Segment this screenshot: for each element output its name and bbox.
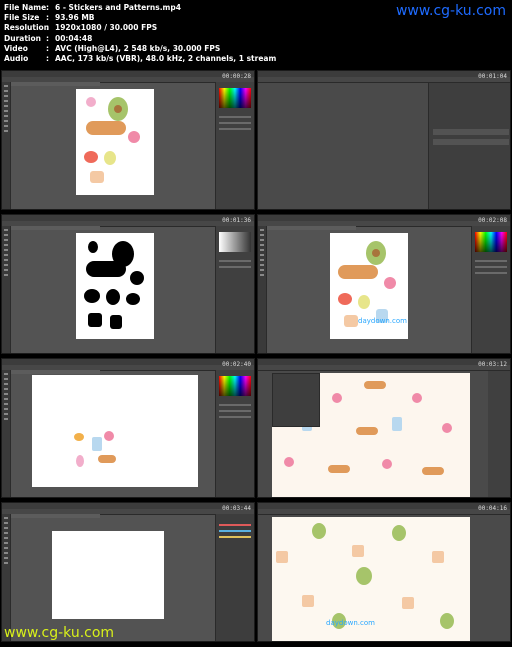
- thumb-watermark: daydown.com: [326, 619, 375, 627]
- info-value: 6 - Stickers and Patterns.mp4: [55, 3, 181, 12]
- color-picker: [219, 88, 251, 108]
- layers-panel: [428, 83, 510, 209]
- timestamp: 00:04:16: [478, 505, 507, 512]
- info-label: Audio: [4, 54, 29, 64]
- color-picker: [219, 376, 251, 396]
- swatches-panel: [488, 371, 510, 497]
- timestamp: 00:00:28: [222, 73, 251, 80]
- color-panel: [471, 226, 510, 353]
- thumbnail-8: 00:04:16 daydown.com: [257, 502, 511, 642]
- tools-panel: [2, 514, 11, 641]
- timestamp: 00:03:12: [478, 361, 507, 368]
- tools-panel: [258, 226, 267, 353]
- tools-panel: [2, 226, 11, 353]
- info-value: 1920x1080 / 30.000 FPS: [55, 23, 158, 33]
- thumbnail-6: 00:03:12: [257, 358, 511, 498]
- info-value: AVC (High@L4), 2 548 kb/s, 30.000 FPS: [55, 43, 221, 53]
- info-value: 00:04:48: [55, 33, 93, 43]
- info-label: File Size: [4, 13, 40, 23]
- timestamp: 00:02:40: [222, 361, 251, 368]
- thumbnail-1: 00:00:28: [1, 70, 255, 210]
- info-label: Resolution: [4, 23, 50, 33]
- watermark-bottom: www.cg-ku.com: [4, 625, 115, 641]
- thumb-watermark: daydown.com: [358, 317, 407, 325]
- info-label: Duration: [4, 33, 41, 43]
- media-info-row: Duration: 00:04:48: [4, 33, 93, 43]
- media-info-row: Resolution: 1920x1080 / 30.000 FPS: [4, 23, 158, 33]
- media-info-row: File Name: 6 - Stickers and Patterns.mp4: [4, 3, 181, 12]
- media-info-row: Audio: AAC, 173 kb/s (VBR), 48.0 kHz, 2 …: [4, 54, 277, 64]
- timestamp: 00:01:36: [222, 217, 251, 224]
- timestamp: 00:01:04: [478, 73, 507, 80]
- info-value: AAC, 173 kb/s (VBR), 48.0 kHz, 2 channel…: [55, 54, 277, 64]
- timestamp: 00:02:08: [478, 217, 507, 224]
- thumbnail-grid: 00:00:28 00:01:04 00:01:36 00:02:08 dayd…: [0, 70, 512, 642]
- swatches-panel: [215, 514, 254, 641]
- artboard: [76, 233, 154, 339]
- media-info: File Name: 6 - Stickers and Patterns.mp4…: [4, 3, 276, 64]
- color-panel: [215, 370, 254, 497]
- thumbnail-5: 00:02:40: [1, 358, 255, 498]
- color-picker: [475, 232, 507, 252]
- layers-popup: [272, 373, 320, 427]
- artboard: [32, 375, 198, 487]
- thumbnail-3: 00:01:36: [1, 214, 255, 354]
- color-panel: [215, 82, 254, 209]
- thumbnail-4: 00:02:08 daydown.com: [257, 214, 511, 354]
- thumbnail-2: 00:01:04: [257, 70, 511, 210]
- media-info-row: Video: AVC (High@L4), 2 548 kb/s, 30.000…: [4, 43, 221, 53]
- artboard: [76, 89, 154, 195]
- info-value: 93.96 MB: [55, 13, 95, 23]
- artboard: [52, 531, 164, 619]
- info-label: Video: [4, 43, 28, 53]
- tools-panel: [2, 82, 11, 209]
- thumbnail-7: 00:03:44: [1, 502, 255, 642]
- timestamp: 00:03:44: [222, 505, 251, 512]
- info-label: File Name: [4, 3, 47, 12]
- tools-panel: [2, 370, 11, 497]
- watermark-top: www.cg-ku.com: [395, 3, 506, 19]
- media-info-row: File Size: 93.96 MB: [4, 13, 95, 23]
- gradient-panel: [215, 226, 254, 353]
